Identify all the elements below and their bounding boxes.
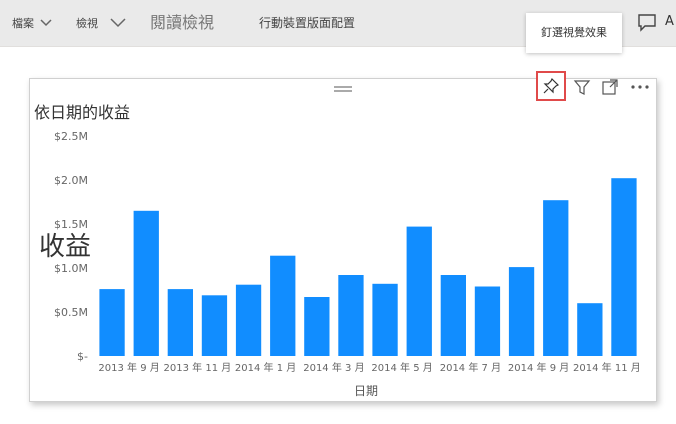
revenue-bar[interactable] — [440, 275, 466, 356]
revenue-bar[interactable] — [235, 284, 262, 356]
file-menu[interactable]: 檔案 — [12, 0, 52, 46]
pin-icon — [543, 78, 559, 94]
revenue-bar[interactable] — [99, 289, 125, 356]
view-menu-label: 檢視 — [76, 17, 98, 30]
x-tick-label: 2013 年 11 月 — [164, 361, 232, 374]
x-tick-label: 2014 年 5 月 — [371, 361, 432, 374]
revenue-bar[interactable] — [372, 283, 398, 356]
revenue-bar[interactable] — [406, 226, 432, 356]
revenue-bar[interactable] — [133, 210, 159, 356]
file-menu-label: 檔案 — [12, 17, 34, 30]
y-tick-label: $1.0M — [54, 262, 88, 275]
y-tick-label: $2.5M — [54, 130, 88, 143]
pin-tooltip: 釘選視覺效果 — [526, 13, 622, 53]
chevron-down-icon — [110, 18, 126, 28]
revenue-bar[interactable] — [201, 295, 228, 356]
x-tick-label: 2014 年 7 月 — [440, 361, 501, 374]
drag-grip-icon[interactable] — [333, 85, 353, 93]
revenue-bar[interactable] — [543, 200, 569, 356]
revenue-bar[interactable] — [508, 267, 535, 356]
y-tick-label: $- — [77, 350, 88, 363]
more-options-icon[interactable] — [629, 78, 651, 96]
view-menu[interactable]: 檢視 — [76, 0, 126, 46]
mobile-layout-button[interactable]: 行動裝置版面配置 — [259, 0, 355, 46]
comment-icon[interactable] — [637, 12, 657, 32]
revenue-bar[interactable] — [304, 297, 330, 356]
revenue-bar[interactable] — [338, 275, 364, 356]
pin-visual-button[interactable] — [536, 71, 566, 101]
revenue-bar[interactable] — [270, 255, 296, 356]
x-tick-label: 2014 年 3 月 — [303, 361, 364, 374]
y-tick-label: $2.0M — [54, 174, 88, 187]
filter-icon[interactable] — [573, 78, 591, 96]
revenue-bar[interactable] — [611, 178, 637, 356]
x-tick-label: 2014 年 11 月 — [573, 361, 641, 374]
revenue-bar[interactable] — [474, 286, 501, 357]
chevron-down-icon — [40, 19, 52, 27]
overflow-label[interactable]: A — [665, 14, 674, 29]
focus-mode-icon[interactable] — [601, 78, 619, 96]
y-tick-label: $1.5M — [54, 218, 88, 231]
x-axis-label: 日期 — [354, 384, 379, 398]
reading-view-button[interactable]: 閱讀檢視 — [150, 0, 214, 46]
revenue-bar[interactable] — [167, 289, 193, 356]
x-tick-label: 2014 年 1 月 — [235, 361, 296, 374]
x-tick-label: 2013 年 9 月 — [98, 361, 159, 374]
revenue-bar-chart: $- $0.5M $1.0M $1.5M $2.0M $2.5M 2013 年 9 月 201… — [54, 130, 641, 374]
revenue-bar[interactable] — [577, 303, 603, 356]
x-tick-label: 2014 年 9 月 — [508, 361, 569, 374]
y-tick-label: $0.5M — [54, 306, 88, 319]
